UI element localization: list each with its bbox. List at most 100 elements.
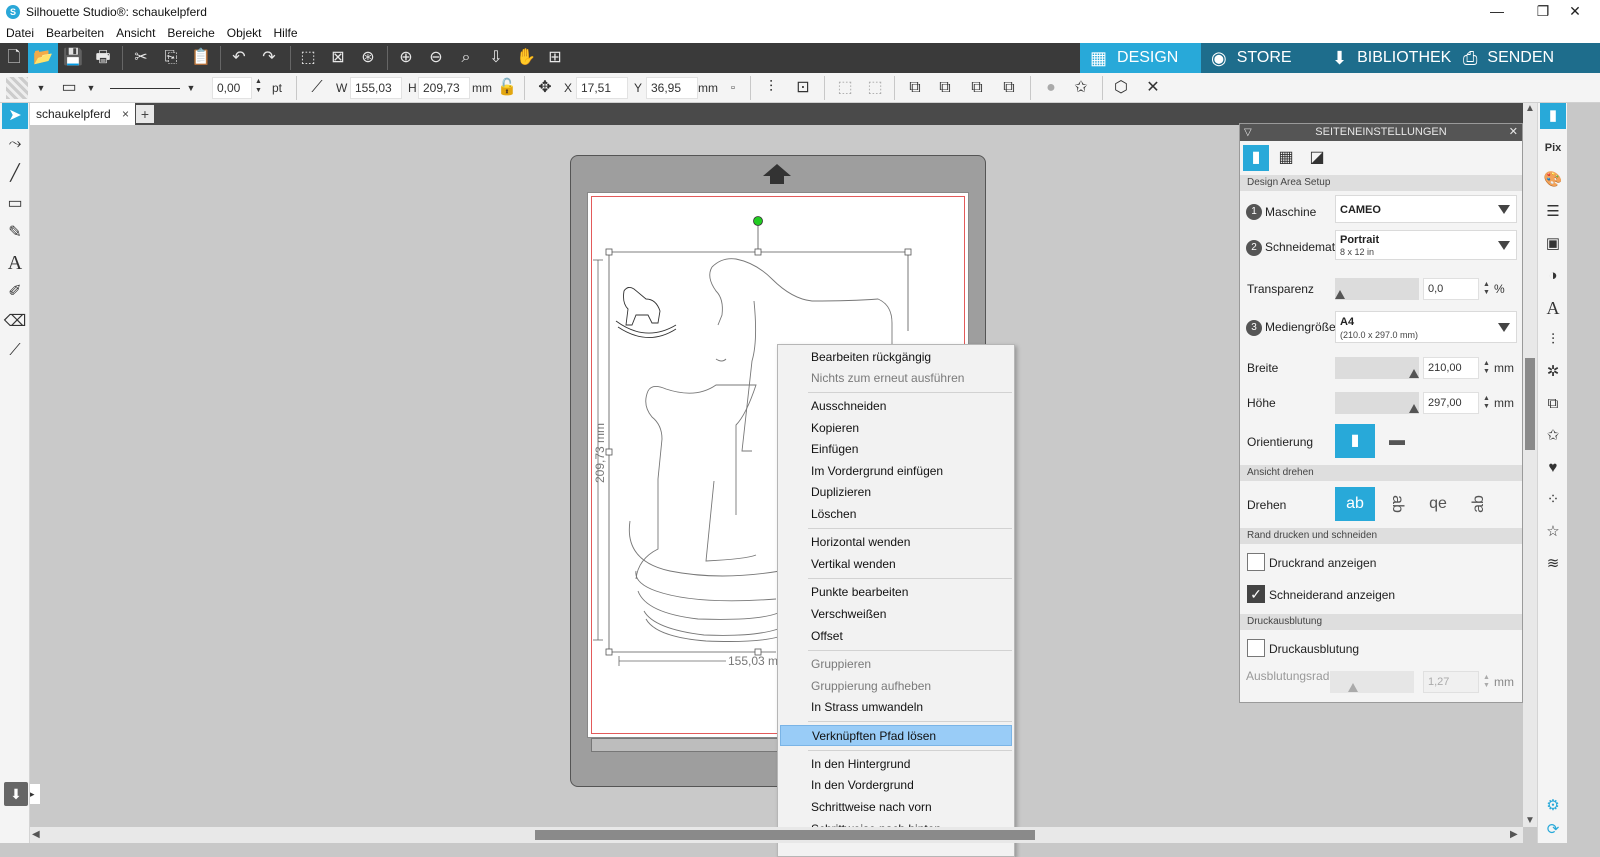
bring-forward-icon[interactable]: ⧉ (966, 77, 988, 99)
transform-icon[interactable]: ✲ (1540, 359, 1566, 385)
palette-icon[interactable]: 🎨 (1540, 167, 1566, 193)
background-tab-icon[interactable]: ◪ (1304, 145, 1330, 171)
landscape-orientation-icon[interactable]: ▬ (1377, 424, 1417, 458)
fill-pattern-icon[interactable] (6, 77, 28, 99)
tab-design[interactable]: ▦ DESIGN (1080, 43, 1201, 73)
menu-item-delete[interactable]: Löschen (780, 504, 1012, 525)
rhinestone-icon[interactable]: ⁘ (1540, 487, 1566, 513)
menu-objekt[interactable]: Objekt (227, 26, 262, 40)
menu-datei[interactable]: Datei (6, 26, 34, 40)
tab-senden[interactable]: ⎙ SENDEN (1453, 43, 1600, 73)
open-folder-icon[interactable]: 📂 (28, 43, 58, 73)
menu-item-send-to-back[interactable]: In den Hintergrund (780, 754, 1012, 775)
new-tab-button[interactable]: + (136, 105, 154, 123)
transparency-slider[interactable] (1335, 278, 1419, 300)
menu-item-bring-forward[interactable]: Schrittweise nach vorn (780, 797, 1012, 818)
width-slider[interactable] (1335, 357, 1419, 379)
text-tool-icon[interactable]: A (2, 250, 28, 276)
eraser-tool-icon[interactable]: ⌫ (2, 309, 28, 335)
zoom-in-icon[interactable]: ⊕ (395, 47, 417, 69)
scroll-left-icon[interactable]: ◀ (32, 829, 40, 840)
width-spinner[interactable]: ▲ ▼ (1483, 360, 1490, 376)
sketch-tool-icon[interactable]: ✐ (2, 279, 28, 305)
transparency-icon[interactable]: ◑ (1540, 263, 1566, 289)
expand-arrow-icon[interactable]: ▸ (30, 784, 40, 804)
rotate-180-button[interactable]: qe (1418, 487, 1458, 521)
mat-dropdown[interactable]: Portrait 8 x 12 in (1335, 230, 1517, 260)
gear-icon[interactable]: ⚙ (1540, 793, 1566, 819)
point-edit-icon[interactable]: ⤳ (2, 131, 28, 157)
align-icon[interactable]: ⫶ (1540, 327, 1566, 353)
new-file-icon[interactable]: 🗋 (3, 47, 25, 69)
menu-item-weld[interactable]: Verschweißen (780, 604, 1012, 625)
page-settings-icon[interactable]: ▮ (1540, 103, 1566, 129)
rotate-270-button[interactable]: ab (1462, 484, 1496, 524)
menu-item-flip-vertical[interactable]: Vertikal wenden (780, 554, 1012, 575)
y-input[interactable]: 36,95 (646, 77, 698, 99)
bring-to-front-icon[interactable]: ⧉ (904, 77, 926, 99)
offset-star-icon[interactable]: ✩ (1540, 423, 1566, 449)
select-by-color-icon[interactable]: ⊛ (357, 47, 379, 69)
menu-bereiche[interactable]: Bereiche (167, 26, 214, 40)
line-width-spinner[interactable]: ▲ ▼ (255, 77, 262, 99)
menu-item-cut[interactable]: Ausschneiden (780, 396, 1012, 417)
line-style-icon[interactable]: ☰ (1540, 199, 1566, 225)
menu-bearbeiten[interactable]: Bearbeiten (46, 26, 104, 40)
select-arrow-icon[interactable]: ➤ (2, 103, 28, 129)
line-tool-icon[interactable]: ╱ (2, 161, 28, 187)
chevron-down-icon[interactable]: ▼ (80, 77, 102, 99)
select-all-icon[interactable]: ⬚ (297, 47, 319, 69)
line-width-input[interactable]: 0,00 (212, 77, 252, 99)
tab-store[interactable]: ◉ STORE (1201, 43, 1322, 73)
menu-item-duplicate[interactable]: Duplizieren (780, 482, 1012, 503)
paste-icon[interactable]: 📋 (190, 47, 212, 69)
menu-item-bring-to-front[interactable]: In den Vordergrund (780, 775, 1012, 796)
menu-ansicht[interactable]: Ansicht (116, 26, 155, 40)
rotate-0-button[interactable]: ab (1335, 487, 1375, 521)
transparency-input[interactable]: 0,0 (1423, 278, 1479, 300)
text-style-icon[interactable]: A (1540, 295, 1566, 321)
print-icon[interactable]: 🖶 (92, 47, 114, 69)
collapse-chevron-icon[interactable]: ▽ (1244, 124, 1252, 141)
scroll-right-icon[interactable]: ▶ (1510, 829, 1518, 840)
close-tab-icon[interactable]: × (122, 103, 129, 125)
trace-icon[interactable]: ♥ (1540, 455, 1566, 481)
menu-item-paste[interactable]: Einfügen (780, 439, 1012, 460)
anchor-point-icon[interactable]: ▫ (722, 77, 744, 99)
deselect-icon[interactable]: ⊠ (327, 47, 349, 69)
transparency-spinner[interactable]: ▲ ▼ (1483, 281, 1490, 297)
rotate-90-button[interactable]: ab (1380, 484, 1414, 524)
sketch-icon[interactable]: ≋ (1540, 551, 1566, 577)
library-star-icon[interactable]: ☆ (1540, 519, 1566, 545)
line-style-icon[interactable]: ▭ (58, 77, 80, 99)
pencil-tool-icon[interactable]: ✎ (2, 220, 28, 246)
ungroup-icon[interactable]: ⬚ (864, 77, 886, 99)
scroll-down-icon[interactable]: ▼ (1525, 815, 1535, 826)
cut-border-checkbox[interactable]: ✓ (1247, 585, 1265, 603)
zoom-select-icon[interactable]: ⌕ (455, 47, 477, 69)
group-icon[interactable]: ⬚ (834, 77, 856, 99)
sync-icon[interactable]: ⟳ (1540, 817, 1566, 843)
send-to-back-icon[interactable]: ⧉ (934, 77, 956, 99)
pan-hand-icon[interactable]: ✋ (515, 47, 537, 69)
undo-icon[interactable]: ↶ (228, 47, 250, 69)
height-slider[interactable] (1335, 392, 1419, 414)
horizontal-scroll-thumb[interactable] (535, 830, 1035, 840)
x-input[interactable]: 17,51 (576, 77, 628, 99)
chevron-down-icon[interactable]: ▼ (180, 77, 202, 99)
lock-aspect-icon[interactable]: 🔓 (496, 77, 518, 99)
bleed-checkbox[interactable] (1247, 639, 1265, 657)
height-spinner[interactable]: ▲ ▼ (1483, 395, 1490, 411)
menu-item-undo[interactable]: Bearbeiten rückgängig (780, 347, 1012, 368)
zoom-out-icon[interactable]: ⊖ (425, 47, 447, 69)
grid-tab-icon[interactable]: ▦ (1273, 145, 1299, 171)
width-input[interactable]: 155,03 (350, 77, 402, 99)
tab-bibliothek[interactable]: ⬇ BIBLIOTHEK (1322, 43, 1453, 73)
fit-to-page-icon[interactable]: ⇩ (485, 47, 507, 69)
send-backward-icon[interactable]: ⧉ (998, 77, 1020, 99)
page-height-input[interactable]: 297,00 (1423, 392, 1479, 414)
delete-x-icon[interactable]: ✕ (1142, 77, 1164, 99)
print-border-checkbox[interactable] (1247, 553, 1265, 571)
menu-item-copy[interactable]: Kopieren (780, 418, 1012, 439)
import-button[interactable]: ⬇ (4, 782, 28, 806)
